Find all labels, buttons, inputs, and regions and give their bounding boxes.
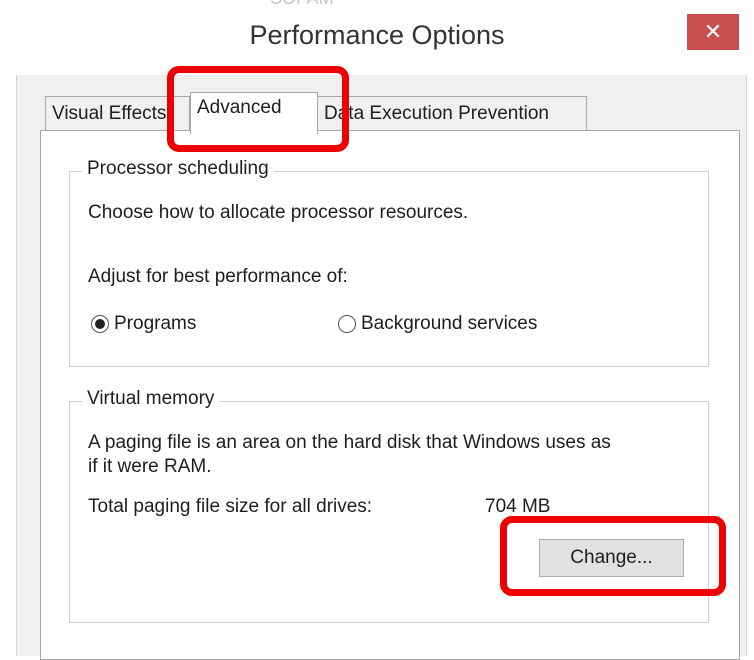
- tab-label: Data Execution Prevention: [324, 103, 549, 124]
- processor-scheduling-legend: Processor scheduling: [82, 158, 274, 180]
- background-window-title: SOPAM: [270, 0, 334, 9]
- programs-label[interactable]: Programs: [114, 313, 196, 335]
- radio-selected-dot: [95, 319, 105, 329]
- background-services-label[interactable]: Background services: [361, 313, 537, 335]
- change-button[interactable]: Change...: [539, 539, 684, 577]
- window-title: Performance Options: [249, 20, 505, 50]
- window-frame-right: [746, 75, 754, 656]
- title-bar: SOPAM Performance Options ✕: [0, 0, 754, 75]
- virtual-memory-group: Virtual memory A paging file is an area …: [69, 388, 709, 623]
- virtual-memory-description-line1: A paging file is an area on the hard dis…: [88, 432, 611, 453]
- window-frame-left: [0, 0, 17, 656]
- processor-scheduling-group: Processor scheduling Choose how to alloc…: [69, 158, 709, 367]
- close-icon: ✕: [703, 19, 723, 44]
- tab-strip: Visual Effects Advanced Data Execution P…: [40, 92, 740, 134]
- tab-label: Advanced: [197, 97, 282, 118]
- processor-description: Choose how to allocate processor resourc…: [88, 202, 469, 223]
- total-paging-value: 704 MB: [485, 496, 551, 517]
- programs-radio[interactable]: [91, 315, 109, 333]
- total-paging-label: Total paging file size for all drives:: [88, 496, 373, 517]
- virtual-memory-description-line2: if it were RAM.: [88, 456, 212, 477]
- tab-visual-effects[interactable]: Visual Effects: [45, 96, 190, 130]
- tab-advanced[interactable]: Advanced: [190, 92, 318, 134]
- performance-options-window: SOPAM Performance Options ✕ Visual Effec…: [0, 0, 754, 660]
- close-button[interactable]: ✕: [687, 14, 739, 50]
- background-services-radio[interactable]: [338, 315, 356, 333]
- adjust-performance-label: Adjust for best performance of:: [88, 266, 348, 287]
- tab-data-execution-prevention[interactable]: Data Execution Prevention: [317, 96, 587, 130]
- virtual-memory-legend: Virtual memory: [82, 388, 220, 410]
- advanced-tab-panel: Processor scheduling Choose how to alloc…: [40, 130, 740, 660]
- tab-label: Visual Effects: [52, 103, 167, 124]
